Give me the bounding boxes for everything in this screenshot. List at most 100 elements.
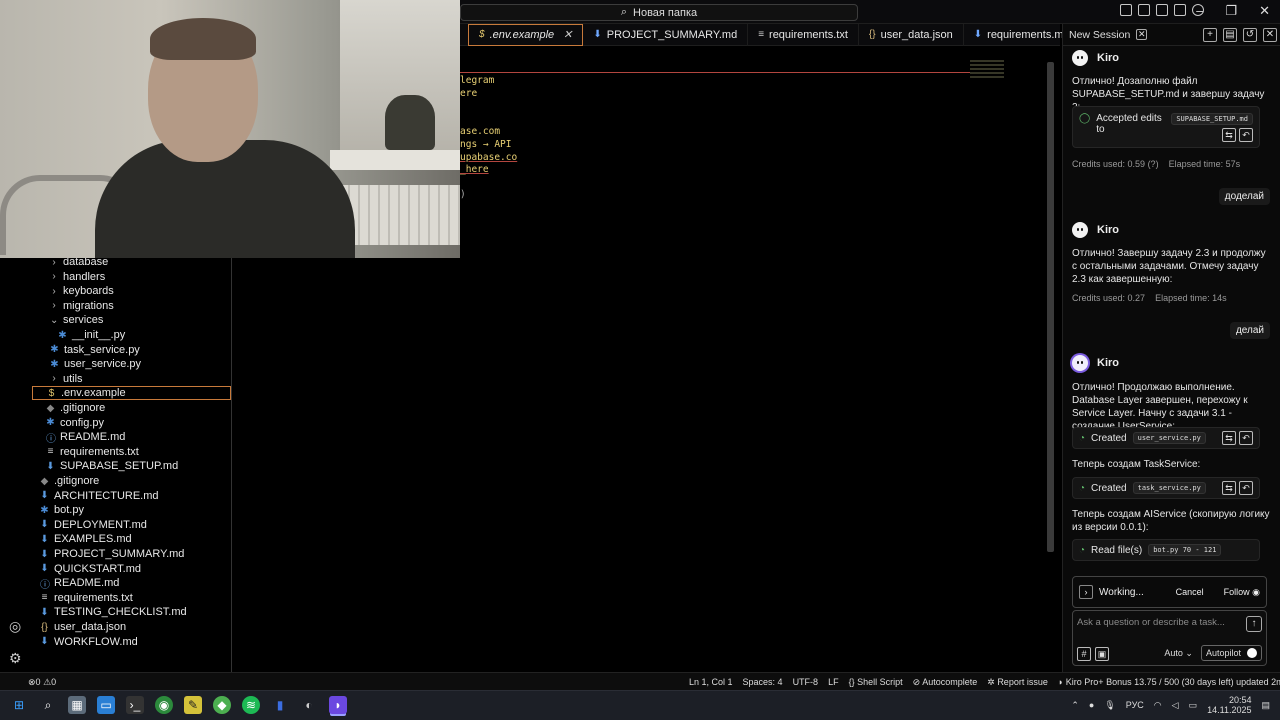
maximize-icon[interactable]: ❐ <box>1225 3 1237 19</box>
windows-start-icon[interactable]: ⊞ <box>10 696 28 714</box>
chevron-right-icon[interactable]: › <box>50 271 58 282</box>
tree-item[interactable]: › keyboards <box>50 284 113 298</box>
tab-new-session[interactable]: New Session ✕ <box>1063 29 1153 41</box>
send-icon[interactable]: ↑ <box>1246 616 1262 632</box>
tree-item[interactable]: ⌄ services <box>50 313 103 327</box>
tree-item[interactable]: ⬇ PROJECT_SUMMARY.md <box>40 547 184 561</box>
file-chip[interactable]: user_service.py <box>1132 432 1206 444</box>
microphone-icon[interactable]: 🎙 <box>1104 700 1115 711</box>
tree-item[interactable]: ⬇ WORKFLOW.md <box>40 635 137 649</box>
plan-usage[interactable]: ◗ Kiro Pro+ Bonus 13.75 / 500 (30 days l… <box>1058 677 1280 688</box>
calculator-icon[interactable]: ▦ <box>68 696 86 714</box>
tree-item[interactable]: ✱ bot.py <box>40 503 84 517</box>
tree-item[interactable]: ✱ config.py <box>46 416 104 430</box>
obs-icon[interactable]: ◐ <box>300 696 318 714</box>
close-icon[interactable]: ✕ <box>1136 29 1148 40</box>
tab-requirements-txt[interactable]: ≡ requirements.txt <box>748 23 859 46</box>
android-icon[interactable]: ◆ <box>213 696 231 714</box>
tree-item[interactable]: ⬇ DEPLOYMENT.md <box>40 518 147 532</box>
tab-env-example[interactable]: $ .env.example ✕ <box>468 23 584 46</box>
diff-icon[interactable]: ⇆ <box>1222 481 1236 495</box>
diff-icon[interactable]: ⇆ <box>1222 431 1236 445</box>
kiro-app-icon[interactable]: ◗ <box>329 696 347 714</box>
encoding[interactable]: UTF-8 <box>793 677 819 688</box>
autocomplete-toggle[interactable]: ⊘ Autocomplete <box>913 677 978 688</box>
tab-project-summary[interactable]: ⬇ PROJECT_SUMMARY.md <box>583 23 749 46</box>
tree-item[interactable]: $ .env.example <box>32 386 231 401</box>
tree-item[interactable]: ✱ task_service.py <box>50 343 140 357</box>
revert-icon[interactable]: ↶ <box>1239 481 1253 495</box>
volume-icon[interactable]: ◁ <box>1172 700 1179 711</box>
chevron-right-icon[interactable]: › <box>50 286 58 297</box>
account-icon[interactable]: ◎ <box>9 618 21 635</box>
chevron-down-icon[interactable]: ⌄ <box>50 315 58 326</box>
chat-composer[interactable]: Ask a question or describe a task... ↑ #… <box>1072 610 1267 666</box>
image-attach-icon[interactable]: ▣ <box>1095 647 1109 661</box>
model-select[interactable]: Auto ⌄ <box>1164 648 1193 659</box>
terminal-icon[interactable]: ›_ <box>126 696 144 714</box>
tree-item[interactable]: ⬇ EXAMPLES.md <box>40 532 131 546</box>
close-icon[interactable]: ✕ <box>563 28 572 41</box>
chrome-icon[interactable]: ◉ <box>155 696 173 714</box>
code-editor[interactable]: legram ere ase.com ngs → API upabase.co … <box>460 48 1060 668</box>
photos-icon[interactable]: ▭ <box>97 696 115 714</box>
close-window-icon[interactable]: ✕ <box>1259 3 1270 19</box>
tree-item[interactable]: › migrations <box>50 299 113 313</box>
cursor-position[interactable]: Ln 1, Col 1 <box>689 677 733 688</box>
file-manager-icon[interactable]: ✎ <box>184 696 202 714</box>
wifi-icon[interactable]: ◠ <box>1154 700 1162 711</box>
chevron-up-icon[interactable]: ⌃ <box>1071 700 1079 711</box>
search-icon[interactable]: ⌕ <box>39 696 57 714</box>
hash-context-icon[interactable]: # <box>1077 647 1091 661</box>
tree-item[interactable]: ≡ requirements.txt <box>40 591 133 605</box>
tree-item[interactable]: ✱ user_service.py <box>50 357 141 371</box>
chevron-right-icon[interactable]: › <box>50 300 58 311</box>
help-icon[interactable]: (?) <box>1148 159 1159 169</box>
chart-app-icon[interactable]: ▮ <box>271 696 289 714</box>
tree-item[interactable]: ⬇ ARCHITECTURE.md <box>40 489 158 503</box>
file-chip[interactable]: task_service.py <box>1132 482 1206 494</box>
cancel-button[interactable]: Cancel <box>1176 587 1204 597</box>
tree-item[interactable]: › utils <box>50 372 82 386</box>
toggle-sidebar-icon[interactable] <box>1138 4 1150 16</box>
line-ending[interactable]: LF <box>828 677 839 688</box>
tree-item[interactable]: ✱ __init__.py <box>58 328 125 342</box>
report-issue[interactable]: ✲ Report issue <box>987 677 1048 688</box>
spotify-icon[interactable]: ≋ <box>242 696 260 714</box>
tree-item[interactable]: ⬇ SUPABASE_SETUP.md <box>46 459 178 473</box>
tree-item[interactable]: › handlers <box>50 270 105 284</box>
revert-icon[interactable]: ↶ <box>1239 431 1253 445</box>
sessions-icon[interactable]: ↺ <box>1243 27 1257 42</box>
battery-icon[interactable]: ▭ <box>1189 700 1198 711</box>
plus-icon[interactable]: + <box>1203 27 1217 42</box>
tree-item[interactable]: {} user_data.json <box>40 620 126 634</box>
input-language[interactable]: РУС <box>1126 700 1144 710</box>
antivirus-icon[interactable]: ● <box>1089 700 1094 710</box>
tree-item[interactable]: ⓘ README.md <box>40 576 119 591</box>
tree-item[interactable]: ⬇ TESTING_CHECKLIST.md <box>40 605 186 619</box>
close-icon[interactable]: ✕ <box>1263 27 1277 42</box>
autopilot-toggle[interactable]: Autopilot <box>1200 645 1262 661</box>
layout-icon[interactable] <box>1120 4 1132 16</box>
tab-user-data-json[interactable]: {} user_data.json <box>859 23 964 46</box>
command-center[interactable]: ⌕ Новая папка <box>460 4 858 21</box>
tree-item[interactable]: ◆ .gitignore <box>46 401 106 415</box>
clock[interactable]: 20:54 14.11.2025 <box>1207 695 1251 715</box>
language-mode[interactable]: {} Shell Script <box>849 677 903 688</box>
tree-item[interactable]: ⓘ README.md <box>46 430 125 445</box>
indentation[interactable]: Spaces: 4 <box>743 677 783 688</box>
minimize-icon[interactable]: – <box>1196 3 1203 19</box>
diff-icon[interactable]: ⇆ <box>1222 128 1236 142</box>
tree-item[interactable]: ≡ requirements.txt <box>46 445 139 459</box>
file-chip[interactable]: SUPABASE_SETUP.md <box>1171 113 1253 125</box>
tree-item[interactable]: ◆ .gitignore <box>40 474 100 488</box>
editor-scrollbar[interactable] <box>1047 62 1054 552</box>
problems-indicator[interactable]: ⊗0 ⚠0 <box>28 677 56 688</box>
file-chip[interactable]: bot.py 70 - 121 <box>1148 544 1222 556</box>
history-icon[interactable]: ▤ <box>1223 27 1237 42</box>
follow-button[interactable]: Follow ◉ <box>1224 587 1260 598</box>
tree-item[interactable]: ⬇ QUICKSTART.md <box>40 562 141 576</box>
toggle-secondary-sidebar-icon[interactable] <box>1174 4 1186 16</box>
minimap[interactable] <box>970 60 1004 78</box>
chevron-right-icon[interactable]: › <box>1079 585 1093 599</box>
